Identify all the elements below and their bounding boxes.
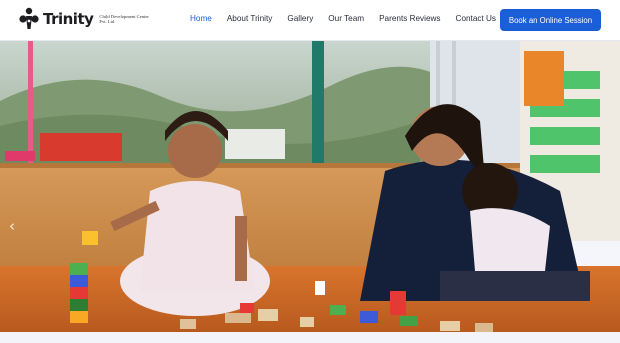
nav-about-trinity[interactable]: About Trinity bbox=[227, 14, 273, 23]
page-bottom-strip bbox=[0, 332, 620, 343]
nav-our-team[interactable]: Our Team bbox=[328, 14, 364, 23]
nav-gallery[interactable]: Gallery bbox=[287, 14, 313, 23]
trinity-logo-icon bbox=[18, 7, 40, 31]
site-header: Trinity Child Development Center Pvt. Lt… bbox=[0, 0, 620, 41]
book-online-session-button[interactable]: Book an Online Session bbox=[500, 9, 601, 31]
main-nav: Home About Trinity Gallery Our Team Pare… bbox=[190, 14, 511, 23]
brand-name: Trinity bbox=[43, 10, 94, 28]
brand-logo[interactable]: Trinity Child Development Center Pvt. Lt… bbox=[18, 7, 151, 31]
hero-slider: ‹ bbox=[0, 41, 620, 332]
chevron-left-icon[interactable]: ‹ bbox=[9, 217, 15, 235]
hero-image bbox=[0, 41, 620, 332]
nav-home[interactable]: Home bbox=[190, 14, 212, 23]
nav-contact-us[interactable]: Contact Us bbox=[456, 14, 497, 23]
nav-parents-reviews[interactable]: Parents Reviews bbox=[379, 14, 440, 23]
brand-tagline: Child Development Center Pvt. Ltd. bbox=[99, 13, 149, 25]
